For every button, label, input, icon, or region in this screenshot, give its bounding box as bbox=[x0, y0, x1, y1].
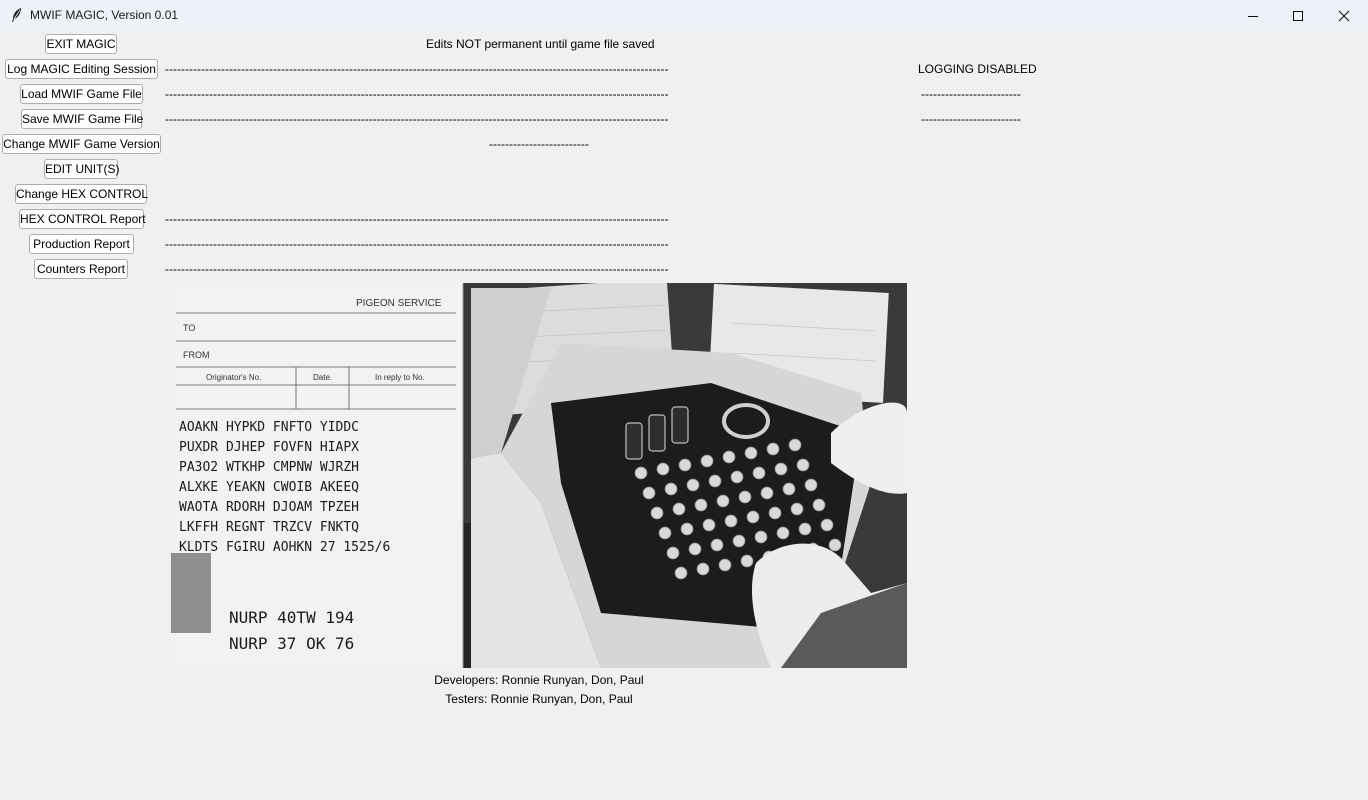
enigma-key bbox=[718, 558, 732, 572]
version-status-line: -------------------------------- bbox=[489, 137, 589, 151]
load-status-side: -------------------------------- bbox=[921, 87, 1021, 101]
counters-report-button[interactable]: Counters Report bbox=[34, 259, 128, 279]
save-status-line: ----------------------------------------… bbox=[165, 112, 669, 126]
edits-notice: Edits NOT permanent until game file save… bbox=[426, 37, 655, 51]
enigma-key bbox=[634, 466, 648, 480]
enigma-key bbox=[752, 466, 766, 480]
cipher-row: PA3O2 WTKHP CMPNW WJRZH bbox=[179, 460, 359, 475]
enigma-key bbox=[754, 530, 768, 544]
production-report-button[interactable]: Production Report bbox=[29, 234, 134, 254]
hex-report-status-line: ----------------------------------------… bbox=[165, 212, 669, 226]
enigma-key bbox=[788, 438, 802, 452]
form-header: PIGEON SERVICE bbox=[356, 298, 442, 309]
enigma-key bbox=[716, 494, 730, 508]
enigma-key bbox=[708, 474, 722, 488]
enigma-key bbox=[664, 482, 678, 496]
enigma-key bbox=[738, 490, 752, 504]
cipher-row: ALXKE YEAKN CWOIB AKEEQ bbox=[179, 480, 359, 495]
form-from-label: FROM bbox=[183, 350, 210, 360]
enigma-key bbox=[766, 442, 780, 456]
enigma-key bbox=[658, 526, 672, 540]
form-col-reply: In reply to No. bbox=[375, 373, 425, 382]
cipher-footer-1: NURP 40TW 194 bbox=[229, 608, 354, 627]
enigma-key bbox=[678, 458, 692, 472]
edit-units-button[interactable]: EDIT UNIT(S) bbox=[44, 159, 119, 179]
enigma-key bbox=[790, 502, 804, 516]
enigma-key bbox=[768, 506, 782, 520]
hex-control-report-button[interactable]: HEX CONTROL Report bbox=[19, 209, 146, 229]
save-game-file-button[interactable]: Save MWIF Game File bbox=[21, 109, 143, 129]
enigma-key bbox=[796, 458, 810, 472]
enigma-key bbox=[696, 562, 710, 576]
exit-magic-button[interactable]: EXIT MAGIC bbox=[45, 34, 117, 54]
load-status-line: ----------------------------------------… bbox=[165, 87, 669, 101]
enigma-key bbox=[722, 450, 736, 464]
testers-credit: Testers: Ronnie Runyan, Don, Paul bbox=[445, 692, 633, 706]
enigma-key bbox=[820, 518, 834, 532]
enigma-key bbox=[686, 478, 700, 492]
enigma-key bbox=[724, 514, 738, 528]
change-hex-control-button[interactable]: Change HEX CONTROL bbox=[15, 184, 148, 204]
form-col-originator: Originator's No. bbox=[206, 373, 261, 382]
cipher-row: LKFFH REGNT TRZCV FNKTQ bbox=[179, 520, 359, 535]
cipher-row: KLDTS FGIRU AOHKN 27 1525/6 bbox=[179, 540, 390, 555]
enigma-key bbox=[650, 506, 664, 520]
log-status-line: ----------------------------------------… bbox=[165, 62, 669, 76]
enigma-key bbox=[694, 498, 708, 512]
enigma-key bbox=[666, 546, 680, 560]
change-game-version-button[interactable]: Change MWIF Game Version bbox=[2, 134, 161, 154]
enigma-key bbox=[776, 526, 790, 540]
close-button[interactable] bbox=[1321, 0, 1367, 31]
enigma-key bbox=[674, 566, 688, 580]
enigma-key bbox=[798, 522, 812, 536]
enigma-key bbox=[710, 538, 724, 552]
enigma-key bbox=[688, 542, 702, 556]
load-game-file-button[interactable]: Load MWIF Game File bbox=[20, 84, 143, 104]
save-status-side: -------------------------------- bbox=[921, 112, 1021, 126]
logging-status: LOGGING DISABLED bbox=[918, 62, 1037, 76]
enigma-key bbox=[812, 498, 826, 512]
log-session-button[interactable]: Log MAGIC Editing Session bbox=[5, 59, 158, 79]
enigma-key bbox=[732, 534, 746, 548]
enigma-key bbox=[672, 502, 686, 516]
minimize-icon bbox=[1248, 15, 1258, 17]
close-icon bbox=[1338, 10, 1350, 21]
enigma-key bbox=[782, 482, 796, 496]
window-title: MWIF MAGIC, Version 0.01 bbox=[30, 8, 179, 22]
maximize-button[interactable] bbox=[1275, 0, 1321, 31]
enigma-key bbox=[760, 486, 774, 500]
enigma-key bbox=[642, 486, 656, 500]
cipher-row: AOAKN HYPKD FNFTO YIDDC bbox=[179, 420, 359, 435]
minimize-button[interactable] bbox=[1230, 0, 1276, 31]
production-report-status-line: ----------------------------------------… bbox=[165, 237, 669, 251]
enigma-photo: PIGEON SERVICE TO FROM Originator's No. … bbox=[171, 283, 907, 668]
title-bar: MWIF MAGIC, Version 0.01 bbox=[0, 0, 1368, 31]
developers-credit: Developers: Ronnie Runyan, Don, Paul bbox=[434, 673, 644, 687]
enigma-key bbox=[746, 510, 760, 524]
counters-report-status-line: ----------------------------------------… bbox=[165, 262, 669, 276]
enigma-key bbox=[700, 454, 714, 468]
cipher-footer-2: NURP 37 OK 76 bbox=[229, 634, 354, 653]
enigma-key bbox=[774, 462, 788, 476]
enigma-key bbox=[680, 522, 694, 536]
cipher-row: PUXDR DJHEP FOVFN HIAPX bbox=[179, 440, 359, 455]
enigma-key bbox=[828, 538, 842, 552]
enigma-key bbox=[656, 462, 670, 476]
enigma-key bbox=[740, 554, 754, 568]
enigma-key bbox=[804, 478, 818, 492]
cipher-row: WAOTA RDORH DJOAM TPZEH bbox=[179, 500, 359, 515]
form-to-label: TO bbox=[183, 323, 195, 333]
feather-icon bbox=[12, 8, 21, 22]
enigma-key bbox=[744, 446, 758, 460]
enigma-key bbox=[702, 518, 716, 532]
maximize-icon bbox=[1293, 10, 1303, 21]
enigma-key bbox=[730, 470, 744, 484]
form-col-date: Date. bbox=[313, 373, 332, 382]
